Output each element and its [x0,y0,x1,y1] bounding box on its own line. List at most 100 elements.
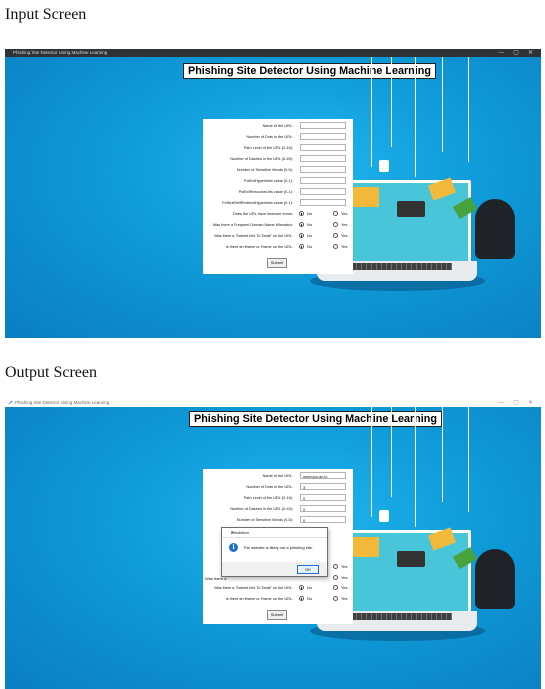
window-controls: — ▢ ✕ [498,49,533,57]
maximize-button[interactable]: ▢ [513,49,519,57]
pct-ext-hyperlinks-input[interactable] [300,177,346,184]
field-label: Name of the URL: [262,124,293,128]
radio-empty-icon [333,222,338,228]
form-row: PctNullSelfRedirectHyperlinks value (0-1… [203,198,353,208]
input-form: Name of the URL: Number of Dots in the U… [203,119,353,274]
radio-empty-icon [333,564,338,570]
url-input[interactable]: www.ipu.ac.in [300,472,346,479]
radio-no-label: No [307,596,313,601]
field-label: PctNullSelfRedirectHyperlinks value (0-1… [222,201,293,205]
laptop-keyboard [342,263,452,270]
submit-button[interactable]: Submit [267,258,287,268]
app-heading: Phishing Site Detector Using Machine Lea… [183,63,436,79]
dialog-close-button[interactable]: ✕ [231,528,322,537]
dots-input[interactable] [300,133,346,140]
app-heading: Phishing Site Detector Using Machine Lea… [189,411,442,427]
sensitive-words-input[interactable]: 0 [300,516,346,523]
field-label: Number of Dots in the URL: [246,485,293,489]
radio-yes[interactable]: Yes [333,564,348,570]
radio-yes[interactable]: Yes [333,211,348,217]
radio-yes[interactable]: Yes [333,575,348,581]
radio-row: Was there a Frequent Domain Name Mismatc… [203,220,353,230]
url-input[interactable] [300,122,346,129]
radio-no-label: No [307,222,313,227]
folder-icon [353,187,379,207]
hook-line [468,407,469,512]
radio-selected-icon [299,244,304,250]
radio-yes[interactable]: Yes [333,585,348,591]
radio-no[interactable]: No [299,596,312,602]
form-row: PctExtResourceUrls value (0-1): [203,187,353,197]
radio-empty-icon [333,596,338,602]
dashes-input[interactable] [300,155,346,162]
pct-null-redirect-input[interactable] [300,199,346,206]
field-label: PctExtResourceUrls value (0-1): [238,190,293,194]
window-titlebar: Phishing Site Detector Using Machine Lea… [5,49,541,57]
radio-yes-label: Yes [341,211,348,216]
form-row: Path Level of the URL (0-16): [203,143,353,153]
lock-icon [379,510,389,522]
radio-row: Is there an iframe or Frame on the URL: … [203,242,353,252]
sensitive-words-input[interactable] [300,166,346,173]
feather-icon [7,400,13,406]
close-button[interactable]: ✕ [528,399,533,407]
form-row: Name of the URL: [203,121,353,131]
window-titlebar: Phishing Site Detector Using Machine Lea… [5,399,541,407]
hook-line [468,57,469,162]
hacker-figure [475,549,515,609]
radio-empty-icon [333,575,338,581]
form-row: Number of Sensitive Words (0-5): [203,165,353,175]
radio-yes-label: Yes [341,244,348,249]
input-window: Phishing Site Detector Using Machine Lea… [5,49,541,338]
hook-line [415,407,416,527]
radio-no[interactable]: No [299,211,312,217]
radio-label: Is there an iframe or Frame on the URL: [225,597,293,601]
form-row: Name of the URL: www.ipu.ac.in [203,471,353,481]
radio-yes[interactable]: Yes [333,244,348,250]
form-row: Path Level of the URL (0-16): 0 [203,493,353,503]
radio-no[interactable]: No [299,585,312,591]
radio-label: Does the URL have insecure forms: [232,212,293,216]
laptop-keyboard [342,613,452,620]
radio-yes[interactable]: Yes [333,596,348,602]
form-row: Number of Dashes in the URL (0-40): 0 [203,504,353,514]
field-label: PctExtHyperlinks value (0-1): [244,179,293,183]
radio-selected-icon [299,222,304,228]
field-label: Path Level of the URL (0-16): [243,146,293,150]
close-button[interactable]: ✕ [528,49,533,57]
radio-no[interactable]: No [299,233,312,239]
radio-label: Was there a 'Submit Info To Email' on th… [214,234,293,238]
radio-yes-label: Yes [341,564,348,569]
radio-no-label: No [307,233,313,238]
radio-yes[interactable]: Yes [333,233,348,239]
radio-row: Does the URL have insecure forms: No Yes [203,209,353,219]
prediction-dialog: Prediction ✕ i The website is likely not… [221,527,328,577]
dots-input[interactable]: 3 [300,483,346,490]
ok-button[interactable]: OK [297,565,319,574]
minimize-button[interactable]: — [498,49,504,57]
form-row: Number of Dots in the URL: [203,132,353,142]
radio-yes-label: Yes [341,222,348,227]
radio-empty-icon [333,211,338,217]
submit-button[interactable]: Submit [267,610,287,620]
hook-line [391,57,392,147]
radio-yes-label: Yes [341,575,348,580]
radio-yes[interactable]: Yes [333,222,348,228]
minimize-button[interactable]: — [498,399,504,407]
hook-line [371,57,372,167]
radio-label: Was there a 'Submit Info To Email' on th… [214,586,293,590]
radio-selected-icon [299,233,304,239]
radio-row: Is there an iframe or Frame on the URL: … [203,594,353,604]
radio-no[interactable]: No [299,244,312,250]
pct-ext-resource-input[interactable] [300,188,346,195]
path-level-input[interactable] [300,144,346,151]
maximize-button[interactable]: ▢ [513,399,519,407]
hook-line [415,57,416,177]
path-level-input[interactable]: 0 [300,494,346,501]
dashes-input[interactable]: 0 [300,505,346,512]
hook-line [442,407,443,502]
radio-no[interactable]: No [299,222,312,228]
radio-label: Is there an iframe or Frame on the URL: [225,245,293,249]
radio-selected-icon [299,585,304,591]
window-title: Phishing Site Detector Using Machine Lea… [13,50,108,55]
